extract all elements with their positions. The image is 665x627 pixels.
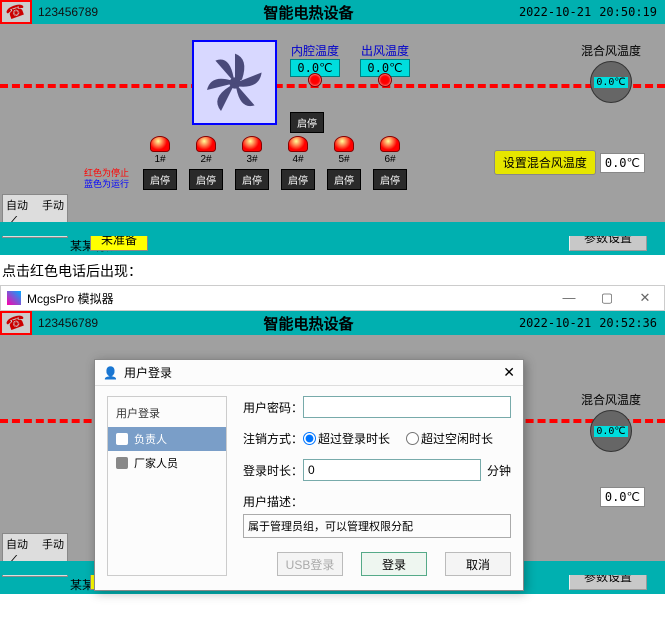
window-minimize-button[interactable]: — bbox=[550, 290, 588, 306]
simulator-titlebar: McgsPro 模拟器 — ▢ ✕ bbox=[0, 285, 665, 311]
mode-manual-label: 手动 bbox=[42, 197, 64, 213]
set-mix-temp: 0.0℃ bbox=[600, 487, 645, 507]
outlet-temp: 出风温度 0.0℃ bbox=[360, 42, 410, 95]
heater-3-button[interactable]: 启停 bbox=[235, 169, 269, 190]
logout-mode-label: 注销方式： bbox=[243, 430, 303, 447]
window-close-button[interactable]: ✕ bbox=[626, 290, 664, 306]
heater-row: 红色为停止 蓝色为运行 1# 启停 2# 启停 3# 启停 4# 启停 5# 启停 6# 启… bbox=[84, 136, 413, 190]
cavity-temp-label: 内腔温度 bbox=[290, 42, 340, 59]
phone-button[interactable]: ☎ bbox=[0, 0, 32, 24]
dialog-close-button[interactable]: ✕ bbox=[503, 364, 515, 381]
usb-login-button[interactable]: USB登录 bbox=[277, 552, 343, 576]
mode-auto-label: 自动 bbox=[6, 536, 28, 552]
phone-icon: ☎ bbox=[3, 0, 29, 25]
lamp-icon bbox=[288, 136, 308, 152]
set-mix-temp: 设置混合风温度 0.0℃ bbox=[494, 150, 645, 175]
cavity-temp: 内腔温度 0.0℃ bbox=[290, 42, 340, 95]
header-bar: ☎ 123456789 智能电热设备 2022-10-21 20:52:36 bbox=[0, 311, 665, 335]
outlet-temp-label: 出风温度 bbox=[360, 42, 410, 59]
person-icon bbox=[116, 433, 128, 445]
mix-temp: 混合风温度 0.0℃ bbox=[581, 391, 641, 454]
mode-manual-label: 手动 bbox=[42, 536, 64, 552]
mix-gauge-icon: 0.0℃ bbox=[590, 61, 632, 103]
mix-temp-label: 混合风温度 bbox=[581, 42, 641, 59]
window-maximize-button[interactable]: ▢ bbox=[588, 290, 626, 306]
heater-1-button[interactable]: 启停 bbox=[143, 169, 177, 190]
heater-1-label: 1# bbox=[143, 154, 177, 165]
cancel-button[interactable]: 取消 bbox=[445, 552, 511, 576]
user-desc-value: 属于管理员组，可以管理权限分配 bbox=[243, 514, 511, 538]
lamp-icon bbox=[380, 136, 400, 152]
set-mix-temp-input[interactable]: 0.0℃ bbox=[600, 487, 645, 507]
phone-number: 123456789 bbox=[38, 316, 98, 330]
user-item-admin[interactable]: 负责人 bbox=[108, 427, 226, 451]
phone-icon: ☎ bbox=[3, 310, 29, 336]
heater-6-label: 6# bbox=[373, 154, 407, 165]
app-title: 智能电热设备 bbox=[98, 2, 519, 23]
heater-3-label: 3# bbox=[235, 154, 269, 165]
heater-5-button[interactable]: 启停 bbox=[327, 169, 361, 190]
heater-5-label: 5# bbox=[327, 154, 361, 165]
fan-startstop-button[interactable]: 启停 bbox=[290, 112, 324, 133]
lamp-icon bbox=[150, 136, 170, 152]
phone-number: 123456789 bbox=[38, 5, 98, 19]
lamp-icon bbox=[334, 136, 354, 152]
password-label: 用户密码： bbox=[243, 399, 303, 416]
bottom-bar bbox=[0, 222, 665, 236]
person-icon bbox=[116, 457, 128, 469]
heater-4-button[interactable]: 启停 bbox=[281, 169, 315, 190]
duration-input[interactable] bbox=[303, 459, 481, 481]
dialog-titlebar: 👤 用户登录 ✕ bbox=[95, 360, 523, 386]
set-mix-temp-label: 设置混合风温度 bbox=[494, 150, 596, 175]
duration-label: 登录时长： bbox=[243, 462, 303, 479]
mix-temp-value: 0.0℃ bbox=[594, 77, 627, 88]
header-time: 20:50:19 bbox=[599, 5, 657, 19]
sensor-dot-icon bbox=[378, 73, 392, 87]
password-input[interactable] bbox=[303, 396, 511, 418]
user-item-factory[interactable]: 厂家人员 bbox=[108, 451, 226, 475]
header-time: 20:52:36 bbox=[599, 316, 657, 330]
header-date: 2022-10-21 bbox=[519, 316, 591, 330]
mix-temp-label: 混合风温度 bbox=[581, 391, 641, 408]
user-list-header: 用户登录 bbox=[108, 403, 226, 427]
radio-login-duration[interactable] bbox=[303, 432, 316, 445]
login-button[interactable]: 登录 bbox=[361, 552, 427, 576]
dialog-title: 用户登录 bbox=[124, 364, 172, 381]
heater-legend: 红色为停止 蓝色为运行 bbox=[84, 168, 129, 190]
user-icon: 👤 bbox=[103, 366, 118, 380]
mode-auto-label: 自动 bbox=[6, 197, 28, 213]
user-list: 用户登录 负责人 厂家人员 bbox=[107, 396, 227, 576]
sensor-dot-icon bbox=[308, 73, 322, 87]
user-desc-label: 用户描述： bbox=[243, 493, 511, 510]
phone-button[interactable]: ☎ bbox=[0, 311, 32, 335]
mcgs-logo-icon bbox=[7, 291, 21, 305]
header-date: 2022-10-21 bbox=[519, 5, 591, 19]
duration-unit: 分钟 bbox=[487, 462, 511, 479]
set-mix-temp-input[interactable]: 0.0℃ bbox=[600, 153, 645, 173]
heater-4-label: 4# bbox=[281, 154, 315, 165]
fan-graphic bbox=[192, 40, 277, 125]
instruction-text: 点击红色电话后出现： bbox=[0, 255, 665, 285]
simulator-title: McgsPro 模拟器 bbox=[27, 290, 114, 307]
lamp-icon bbox=[196, 136, 216, 152]
heater-2-label: 2# bbox=[189, 154, 223, 165]
radio-idle-duration[interactable] bbox=[406, 432, 419, 445]
login-dialog: 👤 用户登录 ✕ 用户登录 负责人 厂家人员 用户密码： 注销方式： bbox=[94, 359, 524, 591]
mix-temp-value: 0.0℃ bbox=[594, 426, 627, 437]
app-title: 智能电热设备 bbox=[98, 313, 519, 334]
heater-2-button[interactable]: 启停 bbox=[189, 169, 223, 190]
mix-gauge-icon: 0.0℃ bbox=[590, 410, 632, 452]
mix-temp: 混合风温度 0.0℃ bbox=[581, 42, 641, 105]
lamp-icon bbox=[242, 136, 262, 152]
header-bar: ☎ 123456789 智能电热设备 2022-10-21 20:50:19 bbox=[0, 0, 665, 24]
heater-6-button[interactable]: 启停 bbox=[373, 169, 407, 190]
